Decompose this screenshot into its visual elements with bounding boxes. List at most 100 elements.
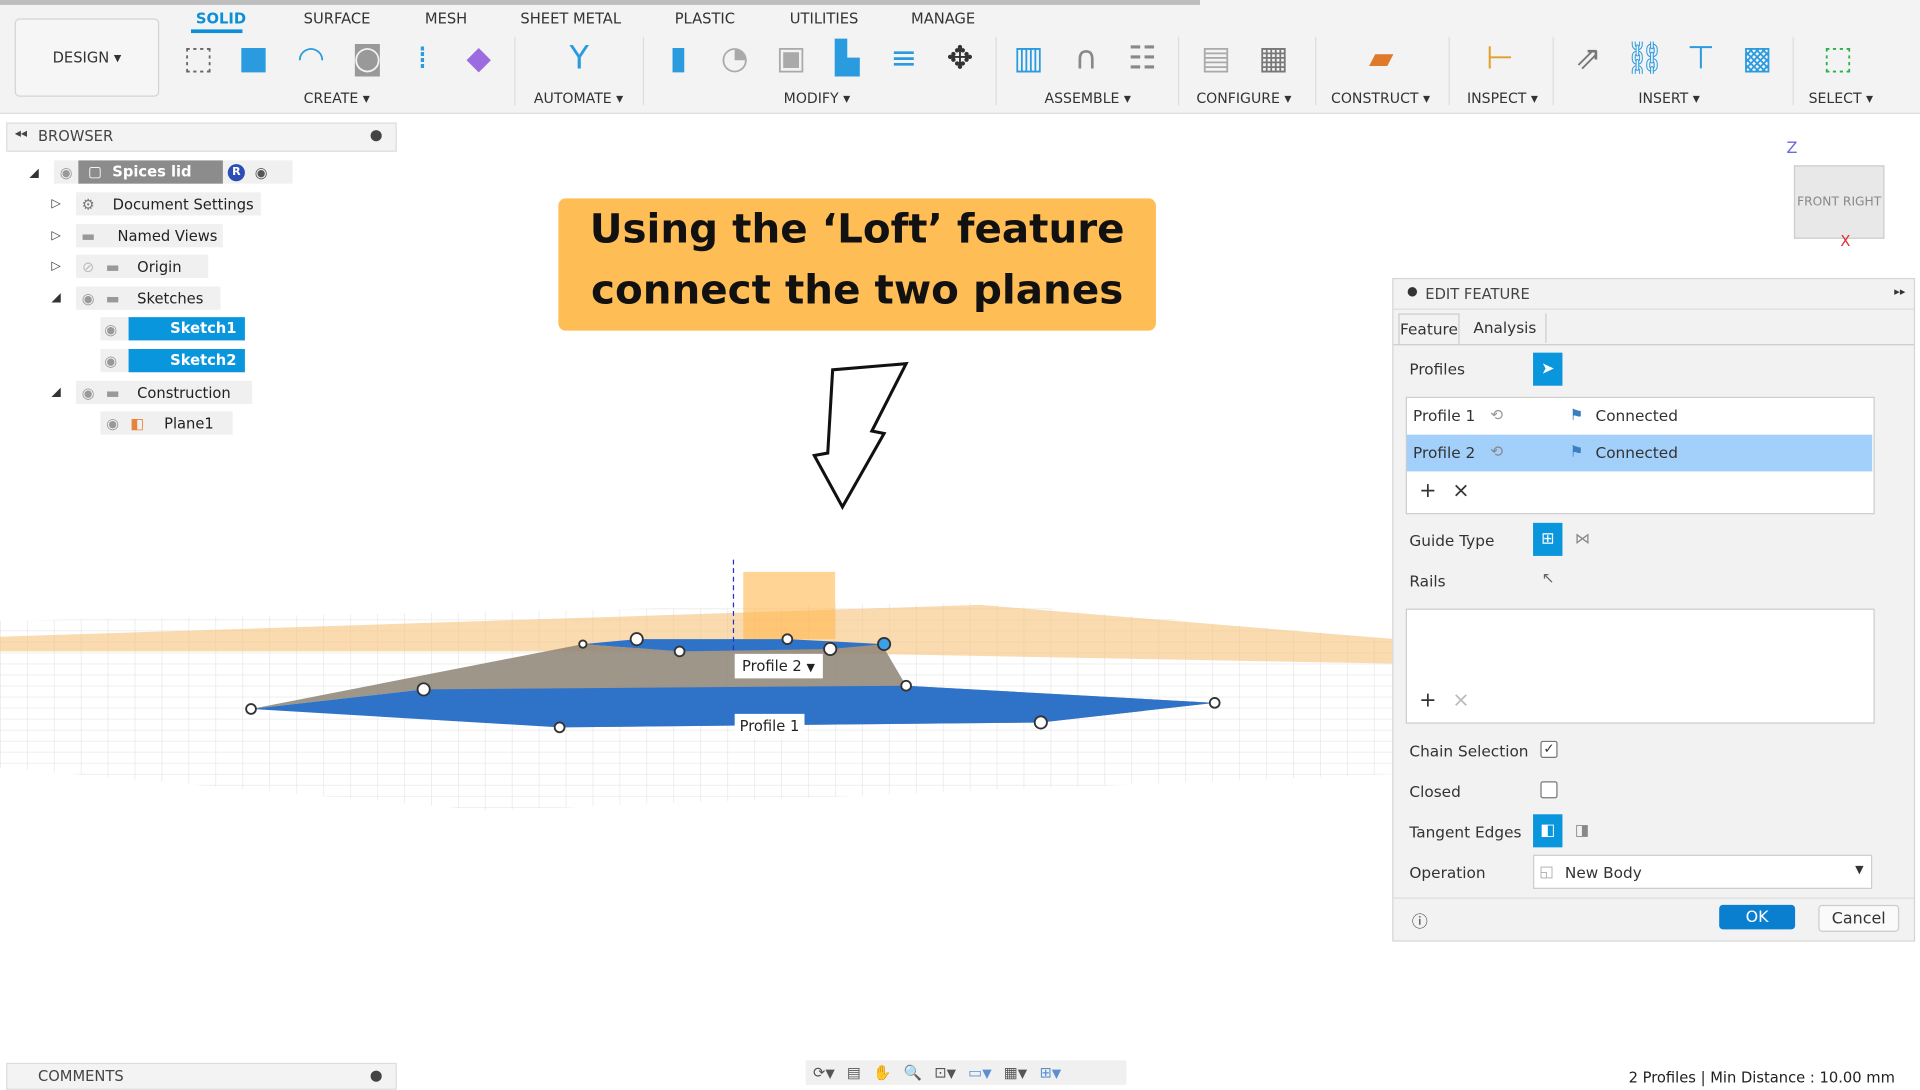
tab-mesh[interactable]: MESH	[425, 10, 467, 27]
select-menu[interactable]: SELECT ▾	[1809, 89, 1874, 106]
tab-analysis[interactable]: Analysis	[1464, 313, 1547, 343]
pan-icon[interactable]: ✋	[873, 1064, 891, 1081]
fillet-icon[interactable]: ◔	[714, 37, 756, 81]
combine-icon[interactable]: ▙	[827, 37, 869, 81]
split-body-icon[interactable]: ≡	[883, 37, 925, 81]
ok-button[interactable]: OK	[1719, 904, 1796, 930]
automate-menu[interactable]: AUTOMATE ▾	[534, 89, 623, 106]
eye-hidden-icon[interactable]: ⊘	[76, 258, 100, 275]
configure-icon[interactable]: ▤	[1195, 37, 1237, 81]
expand-triangle-icon[interactable]: ▷	[51, 229, 60, 242]
viewports-icon[interactable]: ⊞▼	[1039, 1064, 1061, 1081]
create-sketch-icon[interactable]: ⬚	[178, 37, 220, 81]
tab-sheet-metal[interactable]: SHEET METAL	[520, 10, 621, 27]
pin-icon[interactable]: ●	[370, 1067, 383, 1084]
tab-solid[interactable]: SOLID	[196, 10, 246, 27]
construct-menu[interactable]: CONSTRUCT ▾	[1331, 89, 1430, 106]
profile-1-label[interactable]: Profile 1	[734, 713, 805, 739]
joint-icon[interactable]: ∩	[1065, 37, 1107, 81]
fit-icon[interactable]: ⊡▼	[934, 1064, 956, 1081]
create-menu[interactable]: CREATE ▾	[304, 89, 370, 106]
remove-profile-button[interactable]: ×	[1452, 479, 1469, 503]
activate-radio-icon[interactable]: ◉	[255, 163, 268, 180]
tangent-edges-keep-button[interactable]: ◨	[1575, 820, 1589, 838]
guide-type-rails-button[interactable]: ⊞	[1533, 522, 1563, 556]
chain-selection-checkbox[interactable]: ✓	[1540, 740, 1558, 758]
tab-plastic[interactable]: PLASTIC	[675, 10, 735, 27]
profile-2-label[interactable]: Profile 2 ▼	[734, 653, 823, 679]
bill-of-materials-icon[interactable]: ☷	[1122, 37, 1164, 81]
operation-select[interactable]: ◱ New Body ▼	[1533, 854, 1873, 889]
eye-icon[interactable]: ◉	[54, 163, 78, 180]
orbit-icon[interactable]: ⟳▼	[813, 1064, 835, 1081]
collapse-icon[interactable]: ◂◂	[15, 127, 27, 140]
browser-item-document-settings[interactable]: ⚙ Document Settings	[75, 192, 261, 216]
display-settings-icon[interactable]: ▭▼	[968, 1064, 991, 1081]
table-icon[interactable]: ▦	[1253, 37, 1295, 81]
browser-item-named-views[interactable]: ▬ Named Views	[75, 224, 223, 248]
expand-triangle-icon[interactable]: ▷	[51, 197, 60, 210]
viewcube-front[interactable]: FRONT	[1797, 195, 1839, 208]
profile-status[interactable]: Connected	[1596, 443, 1678, 461]
modify-menu[interactable]: MODIFY ▾	[784, 89, 850, 106]
insert-mcmaster-icon[interactable]: ⊤	[1680, 37, 1722, 81]
eye-icon[interactable]: ◉	[100, 320, 121, 337]
shell-icon[interactable]: ▣	[770, 37, 812, 81]
assemble-menu[interactable]: ASSEMBLE ▾	[1044, 89, 1131, 106]
press-pull-icon[interactable]: ▮	[658, 37, 700, 81]
expand-triangle-icon[interactable]: ◢	[29, 167, 38, 180]
insert-menu[interactable]: INSERT ▾	[1638, 89, 1699, 106]
closed-checkbox[interactable]	[1540, 781, 1558, 799]
browser-item-construction[interactable]: ◉ ▬ Construction	[75, 380, 253, 405]
insert-derive-icon[interactable]: ⇗	[1567, 37, 1609, 81]
cancel-button[interactable]: Cancel	[1818, 904, 1900, 932]
insert-link-icon[interactable]: ⛓	[1624, 37, 1666, 81]
viewcube[interactable]: FRONT RIGHT	[1793, 165, 1885, 239]
rails-select-cursor-icon[interactable]: ↖	[1542, 568, 1555, 586]
tab-utilities[interactable]: UTILITIES	[790, 10, 859, 27]
extrude-icon[interactable]: ■	[233, 37, 275, 81]
tab-surface[interactable]: SURFACE	[304, 10, 371, 27]
guide-type-centerline-button[interactable]: ⋈	[1575, 529, 1590, 547]
insert-canvas-icon[interactable]: ▩	[1736, 37, 1778, 81]
create-form-icon[interactable]: ◆	[458, 37, 500, 81]
info-icon[interactable]: ⓘ	[1412, 909, 1428, 931]
profiles-select-button[interactable]: ➤	[1533, 352, 1563, 386]
tangent-edges-merge-button[interactable]: ◧	[1533, 814, 1563, 848]
browser-item-sketches[interactable]: ◉ ▬ Sketches	[75, 286, 221, 310]
zoom-icon[interactable]: 🔍	[904, 1064, 922, 1081]
select-icon[interactable]: ⬚	[1817, 37, 1859, 81]
measure-icon[interactable]: ⊢	[1479, 37, 1521, 81]
eye-icon[interactable]: ◉	[100, 352, 121, 369]
collapse-triangle-icon[interactable]: ◢	[51, 291, 60, 304]
eye-icon[interactable]: ◉	[100, 414, 124, 431]
automate-icon[interactable]: Y	[558, 37, 600, 81]
remove-rail-button[interactable]: ×	[1452, 688, 1469, 712]
construct-plane-icon[interactable]: ▰	[1360, 37, 1402, 81]
viewcube-right[interactable]: RIGHT	[1843, 195, 1881, 208]
tab-feature[interactable]: Feature	[1398, 313, 1460, 345]
profile-row[interactable]: Profile 1 ⟲ ⚑ Connected	[1407, 398, 1874, 435]
hole-icon[interactable]: ◙	[347, 37, 389, 81]
pattern-icon[interactable]: ⁞	[402, 37, 444, 81]
look-at-icon[interactable]: ▤	[847, 1064, 861, 1081]
revolve-icon[interactable]: ◠	[290, 37, 332, 81]
add-profile-button[interactable]: +	[1419, 479, 1436, 503]
new-component-icon[interactable]: ▥	[1008, 37, 1050, 81]
end-condition-icon[interactable]: ⟲	[1490, 405, 1503, 423]
browser-root[interactable]: ◉ ▢ Spices lid v1 R ◉	[53, 160, 293, 203]
add-rail-button[interactable]: +	[1419, 688, 1436, 712]
end-condition-icon[interactable]: ⟲	[1490, 442, 1503, 460]
eye-icon[interactable]: ◉	[76, 290, 100, 307]
browser-item-sketch2[interactable]: ◉ Sketch2	[100, 348, 245, 373]
pin-icon[interactable]: ●	[370, 126, 383, 143]
inspect-menu[interactable]: INSPECT ▾	[1467, 89, 1538, 106]
minimize-icon[interactable]: ●	[1407, 285, 1418, 298]
move-icon[interactable]: ✥	[939, 37, 981, 81]
expand-icon[interactable]: ▸▸	[1894, 287, 1905, 299]
grid-icon[interactable]: ▦▼	[1004, 1064, 1027, 1081]
eye-icon[interactable]: ◉	[76, 384, 100, 401]
workspace-dropdown[interactable]: DESIGN ▾	[14, 18, 160, 97]
collapse-triangle-icon[interactable]: ◢	[51, 386, 60, 399]
browser-item-origin[interactable]: ⊘ ▬ Origin	[75, 254, 209, 278]
